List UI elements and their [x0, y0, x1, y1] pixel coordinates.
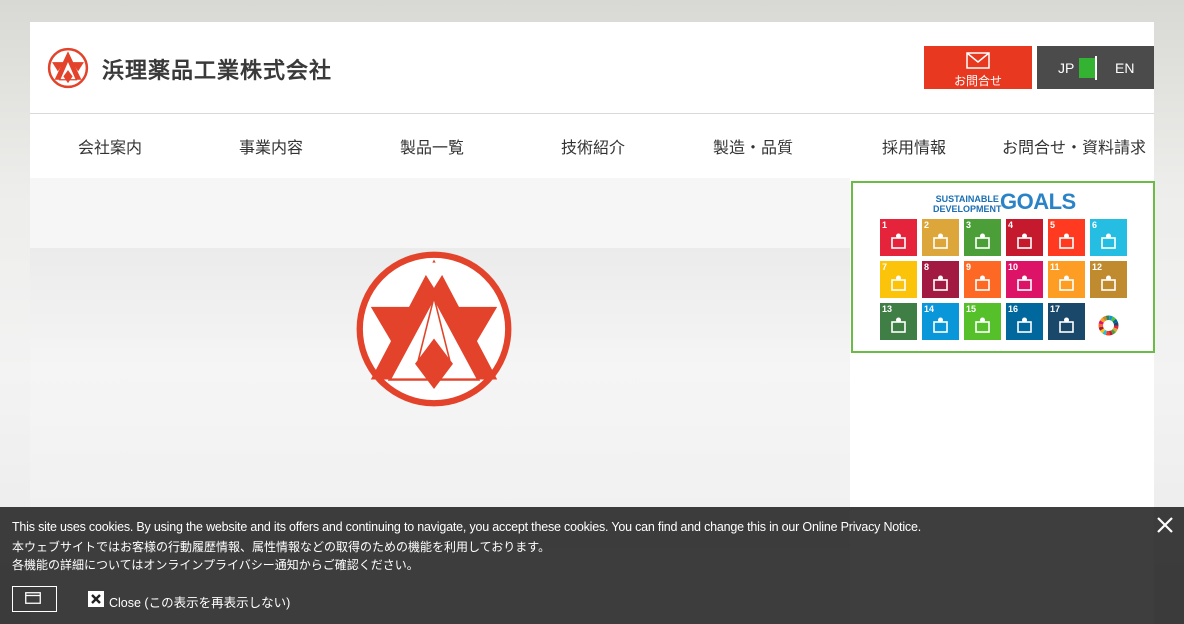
sdg-goal-icon — [1059, 275, 1074, 291]
sdg-goal-icon — [975, 275, 990, 291]
brand-logo-icon[interactable] — [47, 47, 89, 89]
nav-item-products[interactable]: 製品一覧 — [400, 134, 464, 158]
contact-button[interactable]: お問合せ — [924, 46, 1032, 89]
contact-label: お問合せ — [953, 74, 1002, 88]
main-nav: 会社案内 事業内容 製品一覧 技術紹介 製造・品質 採用情報 お問合せ・資料請求 — [30, 114, 1154, 178]
cookie-close-label: Close (この表示を再表示しない) — [109, 596, 291, 610]
company-name[interactable]: 浜理薬品工業株式会社 — [102, 53, 332, 85]
close-icon[interactable] — [1155, 515, 1175, 535]
language-switcher: JP EN — [1037, 46, 1154, 89]
sdg-goal-14-tile: 14 — [922, 303, 959, 340]
sdg-goal-number: 16 — [1008, 304, 1019, 314]
site-header: 浜理薬品工業株式会社 お問合せ JP EN — [30, 22, 1154, 114]
sdg-goal-3-tile: 3 — [964, 219, 1001, 256]
sdg-goal-number: 14 — [924, 304, 935, 314]
sdg-goal-number: 4 — [1008, 220, 1014, 230]
sdg-goal-11-tile: 11 — [1048, 261, 1085, 298]
sdg-goal-number: 17 — [1050, 304, 1061, 314]
sdg-goal-number: 2 — [924, 220, 930, 230]
sdg-goal-1-tile: 1 — [880, 219, 917, 256]
sdg-goal-13-tile: 13 — [880, 303, 917, 340]
sdg-goal-8-tile: 8 — [922, 261, 959, 298]
sdg-goal-10-tile: 10 — [1006, 261, 1043, 298]
sdg-goal-icon — [891, 275, 906, 291]
sdg-title-goals: GOALS — [1000, 189, 1076, 214]
cookie-text-ja-1: 本ウェブサイトではお客様の行動履歴情報、属性情報などの取得のための機能を利用して… — [12, 540, 551, 554]
sdg-goal-12-tile: 12 — [1090, 261, 1127, 298]
sdg-goal-9-tile: 9 — [964, 261, 1001, 298]
sdg-goal-icon — [1059, 317, 1074, 333]
sdg-goal-number: 11 — [1050, 262, 1060, 272]
sdg-goal-5-tile: 5 — [1048, 219, 1085, 256]
sdg-goal-16-tile: 16 — [1006, 303, 1043, 340]
sdg-goal-number: 10 — [1008, 262, 1019, 272]
sdg-title-small: SUSTAINABLE DEVELOPMENT — [933, 194, 1002, 214]
sdg-wheel-icon — [1098, 315, 1119, 336]
cookie-text-en: This site uses cookies. By using the web… — [12, 520, 921, 534]
nav-item-company[interactable]: 会社案内 — [78, 134, 142, 158]
cookie-text-ja-2: 各機能の詳細についてはオンラインプライバシー通知からご確認ください。 — [12, 558, 419, 572]
window-icon — [25, 592, 41, 604]
sdg-goal-number: 3 — [966, 220, 972, 230]
cookie-preferences-button[interactable] — [12, 586, 57, 612]
sdg-goal-icon — [891, 233, 906, 249]
sdg-goal-icon — [933, 233, 948, 249]
sdg-goal-2-tile: 2 — [922, 219, 959, 256]
sdg-goal-icon — [1101, 275, 1116, 291]
lang-jp-link[interactable]: JP — [1058, 60, 1074, 76]
sdg-goal-number: 8 — [924, 262, 930, 272]
sdg-goal-6-tile: 6 — [1090, 219, 1127, 256]
nav-item-recruit[interactable]: 採用情報 — [882, 134, 946, 158]
sdg-goal-4-tile: 4 — [1006, 219, 1043, 256]
nav-item-inquiry[interactable]: お問合せ・資料請求 — [1002, 134, 1146, 158]
sdg-goal-icon — [975, 317, 990, 333]
mail-icon — [966, 52, 990, 69]
sdg-goal-number: 15 — [966, 304, 977, 314]
sdg-goal-icon — [1017, 275, 1032, 291]
sdg-goal-number: 12 — [1092, 262, 1103, 272]
sdg-goal-number: 5 — [1050, 220, 1056, 230]
sdg-goal-icon — [1017, 233, 1032, 249]
sdg-banner[interactable]: SUSTAINABLE DEVELOPMENT GOALS 1234567891… — [851, 181, 1155, 353]
hero-logo-icon — [356, 251, 512, 407]
sdg-goal-15-tile: 15 — [964, 303, 1001, 340]
cookie-banner: This site uses cookies. By using the web… — [0, 507, 1184, 624]
nav-item-quality[interactable]: 製造・品質 — [713, 134, 793, 158]
x-box-icon — [88, 591, 104, 607]
sdg-goal-number: 6 — [1092, 220, 1098, 230]
sdg-goal-7-tile: 7 — [880, 261, 917, 298]
lang-divider — [1095, 56, 1097, 80]
nav-item-business[interactable]: 事業内容 — [239, 134, 303, 158]
sdg-goal-icon — [891, 317, 906, 333]
sdg-goal-number: 7 — [882, 262, 888, 272]
lang-en-link[interactable]: EN — [1115, 60, 1134, 76]
sdg-goal-icon — [1101, 233, 1116, 249]
sdg-goal-number: 1 — [882, 220, 888, 230]
sdg-goal-icon — [975, 233, 990, 249]
sdg-goal-number: 13 — [882, 304, 893, 314]
sdg-goal-icon — [1059, 233, 1074, 249]
sdg-goal-number: 9 — [966, 262, 972, 272]
nav-item-technology[interactable]: 技術紹介 — [561, 134, 625, 158]
sdg-wheel-tile — [1090, 303, 1127, 340]
sdg-goal-icon — [933, 317, 948, 333]
lang-active-indicator — [1079, 58, 1095, 78]
sdg-goal-icon — [933, 275, 948, 291]
sdg-goal-icon — [1017, 317, 1032, 333]
sdg-goal-17-tile: 17 — [1048, 303, 1085, 340]
